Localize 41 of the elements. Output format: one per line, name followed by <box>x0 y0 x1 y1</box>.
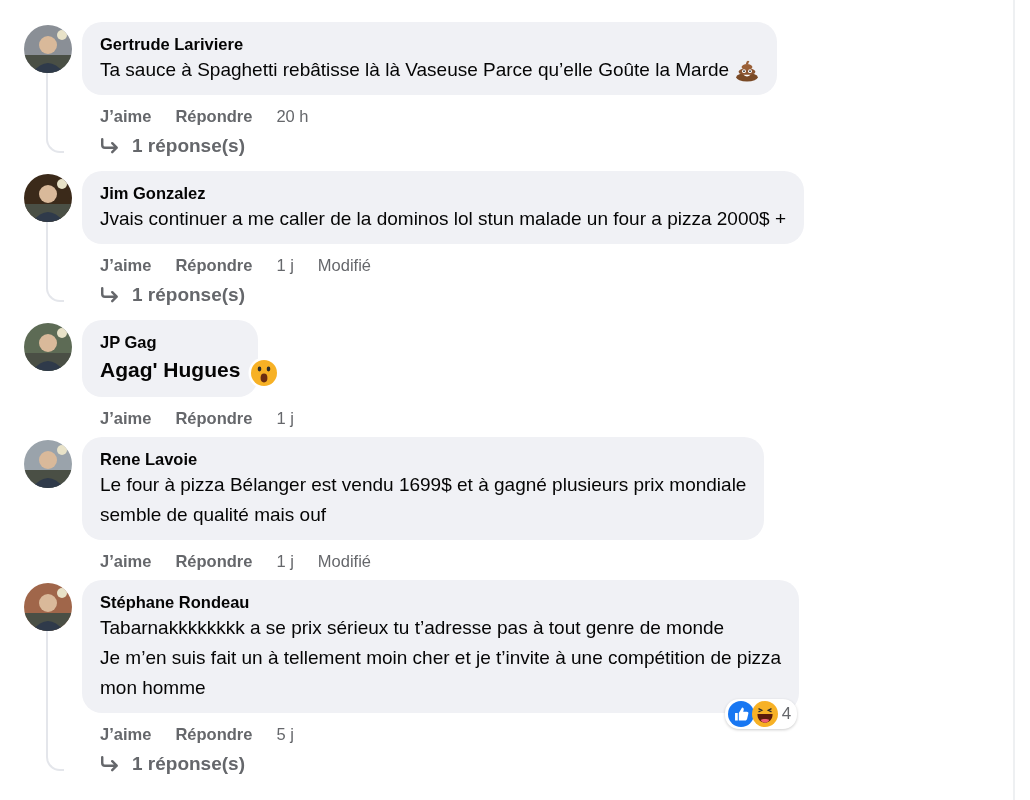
timestamp[interactable]: 1 j <box>276 408 294 428</box>
reply-arrow-icon <box>100 287 120 303</box>
author-name[interactable]: JP Gag <box>100 331 241 353</box>
thread-line-curve <box>46 749 64 771</box>
laughing-emoji-icon <box>751 701 778 727</box>
comment-action-link[interactable]: Répondre <box>175 255 253 275</box>
timestamp[interactable]: 1 j <box>276 255 294 275</box>
comment-action-link[interactable]: Répondre <box>175 408 253 428</box>
reaction-summary[interactable]: 4 <box>724 699 798 729</box>
view-replies-link[interactable]: 1 réponse(s) <box>100 753 245 775</box>
comment-action-link[interactable]: J’aime <box>100 551 152 571</box>
timestamp[interactable]: 20 h <box>276 106 309 126</box>
comment-action-link[interactable]: J’aime <box>100 255 152 275</box>
comment-action-link[interactable]: J’aime <box>100 106 152 126</box>
edited-label: Modifié <box>317 255 372 275</box>
author-name[interactable]: Jim Gonzalez <box>100 182 786 204</box>
timestamp[interactable]: 5 j <box>276 724 294 744</box>
author-name[interactable]: Stéphane Rondeau <box>100 591 782 613</box>
edited-label: Modifié <box>317 551 372 571</box>
comment-action-link[interactable]: Répondre <box>175 106 253 126</box>
reply-arrow-icon <box>100 138 120 154</box>
author-name[interactable]: Gertrude Lariviere <box>100 33 760 55</box>
reply-arrow-icon <box>100 756 120 772</box>
comment-action-link[interactable]: Répondre <box>175 551 253 571</box>
comment-action-link[interactable]: Répondre <box>175 724 253 744</box>
comment-text: Tabarnakkkkkkkk a se prix sérieux tu t’adresse pas à tout genre de monde Je m’en suis fait un à tellement moin cher et je t’invite à une compétition de pizza mon homme <box>100 616 782 700</box>
comment-text: Le four à pizza Bélanger est vendu 1699$ et à gagné plusieurs prix mondiale semble de qualité mais ouf <box>100 473 747 527</box>
author-name[interactable]: Rene Lavoie <box>100 448 747 470</box>
comment-text: Jvais continuer a me caller de la dominos lol stun malade un four a pizza 2000$ + <box>100 207 786 231</box>
reaction-count: 4 <box>781 704 792 724</box>
comment-text: Agag' Hugues <box>100 357 241 383</box>
thread-line-curve <box>46 280 64 302</box>
thread-line-curve <box>46 131 64 153</box>
comment-action-link[interactable]: J’aime <box>100 408 152 428</box>
view-replies-link[interactable]: 1 réponse(s) <box>100 284 245 306</box>
comment-action-link[interactable]: J’aime <box>100 724 152 744</box>
poop-emoji-icon <box>735 58 760 82</box>
comment-text: Ta sauce à Spaghetti rebâtisse là là Vaseuse Parce qu’elle Goûte la Marde <box>100 58 730 82</box>
timestamp[interactable]: 1 j <box>276 551 294 571</box>
view-replies-link[interactable]: 1 réponse(s) <box>100 135 245 157</box>
thumbs-up-icon <box>727 701 754 727</box>
